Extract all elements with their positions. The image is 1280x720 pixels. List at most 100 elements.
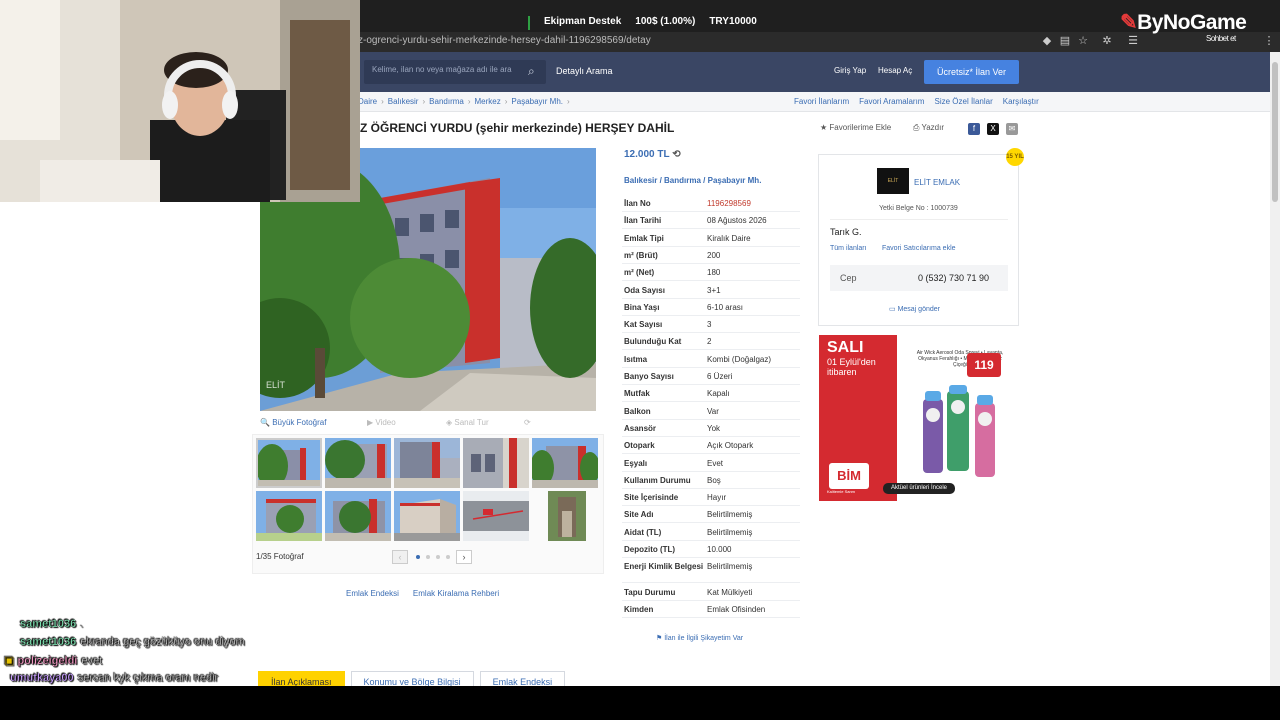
detail-key: Oda Sayısı (624, 285, 665, 295)
x-share-icon[interactable]: X (987, 123, 999, 135)
search-input[interactable] (372, 65, 522, 74)
big-photo-button[interactable]: 🔍 Büyük Fotoğraf (260, 418, 326, 427)
thumbnail[interactable] (394, 491, 460, 541)
detail-key: Depozito (TL) (624, 545, 676, 554)
detail-value: Kombi (Doğalgaz) (707, 354, 772, 364)
detail-value: 1196298569 (707, 199, 751, 208)
letterbox-bottom (0, 686, 1280, 720)
post-ad-button[interactable]: Ücretsiz* İlan Ver (924, 60, 1019, 84)
detail-row: Bina Yaşı 6-10 arası (622, 299, 800, 316)
search-icon[interactable]: ⌕ (528, 64, 540, 78)
reader-icon[interactable]: ▤ (1058, 33, 1072, 49)
ticker-divider (528, 16, 530, 30)
detail-value: 3 (707, 320, 712, 330)
years-badge: 15 YIL (1006, 148, 1024, 166)
send-message-link[interactable]: ▭ Mesaj gönder (889, 305, 940, 313)
tag-icon[interactable]: ◆ (1040, 33, 1054, 49)
detail-value: Boş (707, 475, 721, 485)
advanced-search-link[interactable]: Detaylı Arama (556, 66, 613, 76)
chevron-left-icon[interactable]: ‹ (392, 550, 408, 564)
tab-location[interactable]: Konumu ve Bölge Bilgisi (350, 671, 474, 686)
detail-value: Var (707, 406, 719, 416)
price-history-icon[interactable]: ⟲ (672, 149, 680, 160)
detail-row: Kullanım Durumu Boş (622, 472, 800, 489)
add-favorite-link[interactable]: ★ Favorilerime Ekle (820, 123, 891, 132)
chevron-right-icon[interactable]: › (456, 550, 472, 564)
detail-key: Kullanım Durumu (624, 475, 691, 485)
ad-banner[interactable]: SALI 01 Eylül'den itibaren Air Wick Aero… (819, 335, 1019, 501)
listing-price: 12.000 TL ⟲ (624, 149, 681, 160)
favorite-searches-link[interactable]: Favori Aramalarım (859, 97, 924, 106)
print-link[interactable]: ⎙ Yazdır (913, 123, 944, 133)
search-box[interactable]: ⌕ (364, 60, 546, 84)
breadcrumb-item[interactable]: Balıkesir (388, 97, 419, 106)
agent-name: Tarık G. (830, 227, 862, 237)
breadcrumb-item[interactable]: Daire (358, 97, 377, 106)
breadcrumb-item[interactable]: Bandırma (429, 97, 464, 106)
report-link[interactable]: ⚑ İlan ile İlgili Şikayetim Var (656, 634, 743, 642)
photo-toolbar: 🔍 Büyük Fotoğraf ▶ Video ◈ Sanal Tur ⟳ (252, 412, 604, 434)
login-link[interactable]: Giriş Yap (834, 66, 866, 75)
ticker-currency: TRY10000 (709, 16, 757, 27)
chat-button-label[interactable]: Sohbet et (1206, 34, 1236, 43)
favorite-seller-link[interactable]: Favori Satıcılarıma ekle (882, 245, 956, 252)
pager-dot[interactable] (426, 555, 430, 559)
video-button: ▶ Video (367, 418, 396, 427)
virtual-tour-button: ◈ Sanal Tur (446, 418, 489, 427)
agency-name[interactable]: ELİT EMLAK (914, 178, 960, 187)
more-icon[interactable]: ⋮ (1262, 33, 1276, 49)
extensions-icon[interactable]: ✲ (1100, 33, 1114, 49)
rental-guide-link[interactable]: Emlak Kiralama Rehberi (413, 589, 499, 598)
location-neighborhood[interactable]: Paşabayır Mh. (708, 176, 762, 185)
tab-index[interactable]: Emlak Endeksi (479, 671, 566, 686)
bottom-links: Emlak Endeksi Emlak Kiralama Rehberi (346, 589, 499, 598)
breadcrumb-item[interactable]: Paşabayır Mh. (511, 97, 563, 106)
bim-tagline: Kalitemle Sanm (827, 489, 856, 494)
bim-logo: BİM (829, 463, 869, 489)
detail-value: Belirtilmemiş (707, 527, 753, 537)
compare-link[interactable]: Karşılaştır (1003, 97, 1039, 106)
ad-date: 01 Eylül'den itibaren (827, 357, 876, 377)
detail-value: Evet (707, 458, 724, 468)
facebook-share-icon[interactable]: f (968, 123, 980, 135)
breadcrumb-item[interactable]: Merkez (475, 97, 501, 106)
all-ads-link[interactable]: Tüm ilanları (830, 245, 867, 252)
star-icon[interactable]: ☆ (1076, 33, 1090, 49)
pager-dot[interactable] (416, 555, 420, 559)
detail-key: Aidat (TL) (624, 527, 662, 537)
location-city[interactable]: Balıkesir (624, 176, 657, 185)
custom-ads-link[interactable]: Size Özel İlanlar (934, 97, 992, 106)
thumbnail[interactable] (463, 438, 529, 488)
thumbnail[interactable] (463, 491, 529, 541)
real-estate-index-link[interactable]: Emlak Endeksi (346, 589, 399, 598)
pager-dot[interactable] (436, 555, 440, 559)
thumbnail[interactable] (532, 438, 598, 488)
favorite-ads-link[interactable]: Favori İlanlarım (794, 97, 849, 106)
ticker-label: Ekipman Destek (544, 16, 622, 27)
ad-cta-button[interactable]: Aktüel ürünleri İncele (883, 483, 955, 494)
thumbnail[interactable] (256, 438, 322, 488)
thumbnail[interactable] (256, 491, 322, 541)
chat-user: samet1036 (20, 636, 77, 648)
detail-value: 180 (707, 268, 721, 278)
detail-key: Asansör (624, 423, 657, 433)
detail-value: 6-10 arası (707, 302, 744, 312)
location-district[interactable]: Bandırma (664, 176, 701, 185)
page-scrollbar[interactable] (1270, 52, 1280, 686)
pager-dot[interactable] (446, 555, 450, 559)
detail-row: m² (Brüt) 200 (622, 247, 800, 264)
thumbnail[interactable] (325, 438, 391, 488)
register-link[interactable]: Hesap Aç (878, 66, 912, 75)
thumbnail[interactable] (325, 491, 391, 541)
thumbnail[interactable] (548, 491, 586, 541)
url-text[interactable]: z-ogrenci-yurdu-sehir-merkezinde-hersey-… (358, 35, 651, 46)
detail-key: m² (Net) (624, 268, 655, 278)
detail-key: Tapu Durumu (624, 587, 676, 597)
chat-user: polizeigeldi (17, 655, 78, 667)
thumbnail[interactable] (394, 438, 460, 488)
scroll-thumb[interactable] (1272, 62, 1278, 202)
agency-logo[interactable]: ELİT (877, 168, 909, 194)
phone-number[interactable]: 0 (532) 730 71 90 (918, 273, 989, 283)
breadcrumb: Daire › Balıkesir › Bandırma › Merkez › Paşa… (358, 97, 574, 106)
email-share-icon[interactable]: ✉ (1006, 123, 1018, 135)
